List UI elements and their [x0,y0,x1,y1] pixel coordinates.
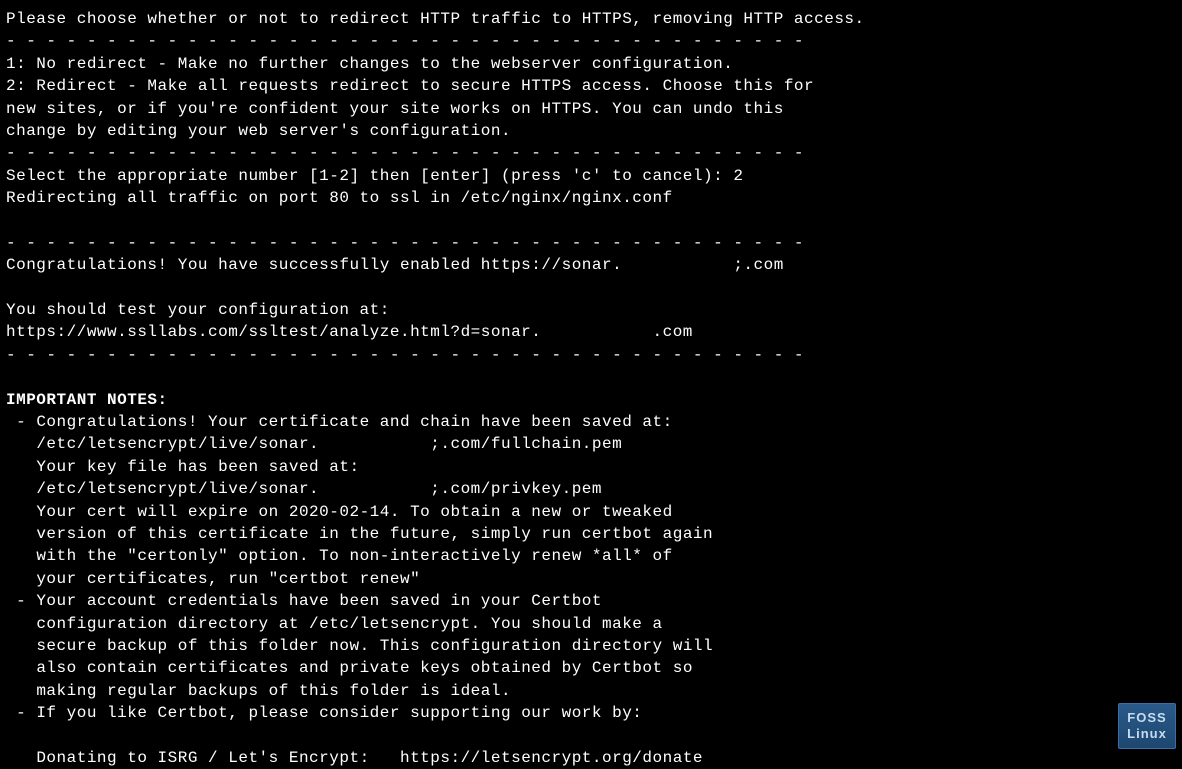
terminal-line: Select the appropriate number [1-2] then… [6,165,1176,187]
terminal-line: also contain certificates and private ke… [6,657,1176,679]
foss-linux-logo: FOSS Linux [1118,703,1176,749]
terminal-line [6,277,1176,299]
terminal-line: version of this certificate in the futur… [6,523,1176,545]
terminal-line: 1: No redirect - Make no further changes… [6,53,1176,75]
terminal-line: - Congratulations! Your certificate and … [6,411,1176,433]
terminal-line: - - - - - - - - - - - - - - - - - - - - … [6,344,1176,366]
terminal-line: - - - - - - - - - - - - - - - - - - - - … [6,30,1176,52]
terminal-line: Please choose whether or not to redirect… [6,8,1176,30]
terminal-line: /etc/letsencrypt/live/sonar. ;.com/fullc… [6,433,1176,455]
terminal-line: https://www.ssllabs.com/ssltest/analyze.… [6,321,1176,343]
terminal-line: Congratulations! You have successfully e… [6,254,1176,276]
terminal-line: Your key file has been saved at: [6,456,1176,478]
logo-line2: Linux [1127,726,1167,742]
terminal-line: 2: Redirect - Make all requests redirect… [6,75,1176,97]
terminal-line: Redirecting all traffic on port 80 to ss… [6,187,1176,209]
terminal-line [6,725,1176,747]
terminal-line: Your cert will expire on 2020-02-14. To … [6,501,1176,523]
terminal-line: - - - - - - - - - - - - - - - - - - - - … [6,232,1176,254]
terminal-line: You should test your configuration at: [6,299,1176,321]
terminal-line: - If you like Certbot, please consider s… [6,702,1176,724]
terminal-output: Please choose whether or not to redirect… [6,8,1176,769]
terminal-line: - - - - - - - - - - - - - - - - - - - - … [6,142,1176,164]
terminal-line [6,210,1176,232]
terminal-line: Donating to ISRG / Let's Encrypt: https:… [6,747,1176,769]
logo-line1: FOSS [1127,710,1166,726]
terminal-line: change by editing your web server's conf… [6,120,1176,142]
terminal-line: IMPORTANT NOTES: [6,389,1176,411]
terminal-line: your certificates, run "certbot renew" [6,568,1176,590]
terminal-line: secure backup of this folder now. This c… [6,635,1176,657]
terminal-line [6,366,1176,388]
terminal-line: configuration directory at /etc/letsencr… [6,613,1176,635]
terminal-line: making regular backups of this folder is… [6,680,1176,702]
terminal-line: new sites, or if you're confident your s… [6,98,1176,120]
terminal-line: with the "certonly" option. To non-inter… [6,545,1176,567]
terminal-line: /etc/letsencrypt/live/sonar. ;.com/privk… [6,478,1176,500]
terminal-line: - Your account credentials have been sav… [6,590,1176,612]
